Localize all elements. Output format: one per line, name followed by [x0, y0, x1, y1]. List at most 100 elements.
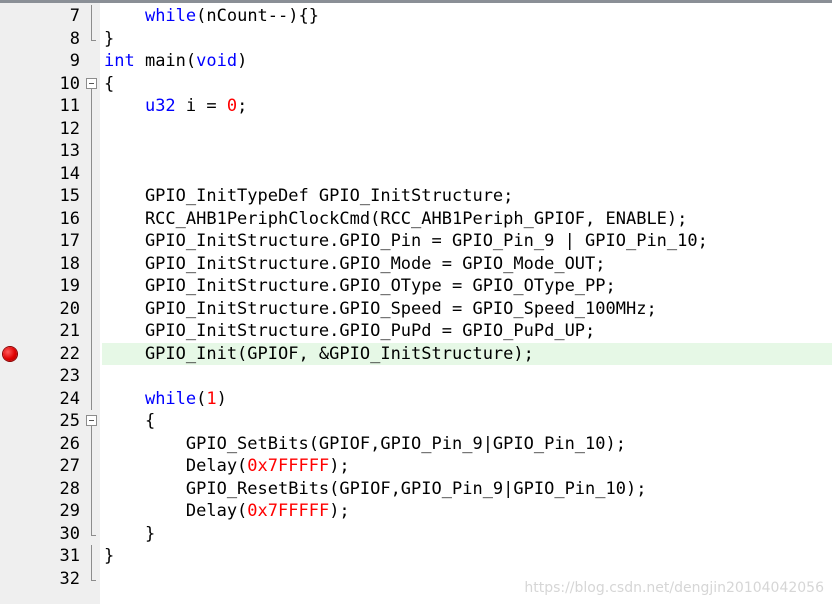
- code-token: GPIO_InitStructure.GPIO_OType = GPIO_OTy…: [104, 276, 616, 296]
- fold-guide: [84, 275, 98, 298]
- code-text[interactable]: [102, 118, 832, 141]
- code-line[interactable]: 11 u32 i = 0;: [0, 95, 832, 118]
- line-number: 8: [69, 28, 80, 49]
- code-token: main(: [134, 51, 197, 71]
- code-text[interactable]: GPIO_InitStructure.GPIO_Mode = GPIO_Mode…: [102, 253, 832, 276]
- code-token: i =: [175, 96, 227, 116]
- code-line[interactable]: 17 GPIO_InitStructure.GPIO_Pin = GPIO_Pi…: [0, 230, 832, 253]
- breakpoint-margin[interactable]: [0, 343, 24, 366]
- code-text[interactable]: GPIO_InitStructure.GPIO_OType = GPIO_OTy…: [102, 275, 832, 298]
- breakpoint-margin[interactable]: [0, 568, 24, 591]
- code-token: );: [329, 456, 350, 476]
- breakpoint-margin[interactable]: [0, 73, 24, 96]
- code-text[interactable]: GPIO_ResetBits(GPIOF,GPIO_Pin_9|GPIO_Pin…: [102, 478, 832, 501]
- code-line[interactable]: 9 int main(void): [0, 50, 832, 73]
- fold-collapse-icon[interactable]: [84, 73, 98, 96]
- breakpoint-margin[interactable]: [0, 478, 24, 501]
- code-text[interactable]: GPIO_SetBits(GPIOF,GPIO_Pin_9|GPIO_Pin_1…: [102, 433, 832, 456]
- fold-guide: [84, 117, 98, 140]
- breakpoint-margin[interactable]: [0, 433, 24, 456]
- minus-box-icon[interactable]: [86, 77, 97, 89]
- code-token: ): [237, 51, 248, 71]
- code-text[interactable]: [102, 365, 832, 388]
- code-line[interactable]: 10 {: [0, 73, 832, 96]
- code-text[interactable]: {: [102, 410, 832, 433]
- code-text[interactable]: }: [102, 545, 832, 568]
- code-text[interactable]: GPIO_Init(GPIOF, &GPIO_InitStructure);: [102, 342, 832, 365]
- code-line[interactable]: 7 while(nCount--){}: [0, 5, 832, 28]
- code-text[interactable]: Delay(0x7FFFFF);: [102, 500, 832, 523]
- code-text[interactable]: u32 i = 0;: [102, 95, 832, 118]
- code-line[interactable]: 28 GPIO_ResetBits(GPIOF,GPIO_Pin_9|GPIO_…: [0, 477, 832, 501]
- code-text[interactable]: Delay(0x7FFFFF);: [102, 455, 832, 478]
- code-line[interactable]: 29 Delay(0x7FFFFF);: [0, 500, 832, 523]
- number-token: 0x7FFFFF: [247, 501, 330, 521]
- breakpoint-margin[interactable]: [0, 365, 24, 388]
- breakpoint-margin[interactable]: [0, 298, 24, 321]
- breakpoint-margin[interactable]: [0, 5, 24, 28]
- breakpoint-margin[interactable]: [0, 545, 24, 568]
- breakpoint-margin[interactable]: [0, 140, 24, 163]
- breakpoint-margin[interactable]: [0, 230, 24, 253]
- fold-guide: [84, 477, 98, 500]
- code-line[interactable]: 24 while(1): [0, 387, 832, 411]
- breakpoint-margin[interactable]: [0, 500, 24, 523]
- breakpoint-margin[interactable]: [0, 410, 24, 433]
- code-token: {: [104, 73, 115, 94]
- code-line[interactable]: 14: [0, 162, 832, 186]
- fold-collapse-icon[interactable]: [84, 410, 98, 433]
- breakpoint-margin[interactable]: [0, 455, 24, 478]
- breakpoint-margin[interactable]: [0, 50, 24, 73]
- code-line[interactable]: 27 Delay(0x7FFFFF);: [0, 455, 832, 478]
- code-text[interactable]: }: [102, 28, 832, 51]
- code-text[interactable]: }: [102, 523, 832, 546]
- fold-end-marker: [84, 567, 98, 591]
- code-line[interactable]: 25 {: [0, 410, 832, 433]
- line-number: 23: [59, 366, 80, 386]
- breakpoint-margin[interactable]: [0, 208, 24, 231]
- code-line[interactable]: 13: [0, 140, 832, 163]
- code-text[interactable]: GPIO_InitTypeDef GPIO_InitStructure;: [102, 185, 832, 208]
- code-line[interactable]: 31}: [0, 545, 832, 568]
- breakpoint-margin[interactable]: [0, 523, 24, 546]
- code-line[interactable]: 22 GPIO_Init(GPIOF, &GPIO_InitStructure)…: [0, 342, 832, 366]
- minus-box-icon[interactable]: [86, 415, 97, 426]
- breakpoint-margin[interactable]: [0, 320, 24, 343]
- code-text[interactable]: GPIO_InitStructure.GPIO_Pin = GPIO_Pin_9…: [102, 230, 832, 253]
- code-text[interactable]: while(nCount--){}: [102, 5, 832, 28]
- code-text[interactable]: [102, 140, 832, 163]
- breakpoint-margin[interactable]: [0, 95, 24, 118]
- code-line[interactable]: 8}: [0, 27, 832, 51]
- code-line[interactable]: 16 RCC_AHB1PeriphClockCmd(RCC_AHB1Periph…: [0, 207, 832, 231]
- code-line[interactable]: 21 GPIO_InitStructure.GPIO_PuPd = GPIO_P…: [0, 320, 832, 343]
- code-text[interactable]: RCC_AHB1PeriphClockCmd(RCC_AHB1Periph_GP…: [102, 208, 832, 231]
- code-line[interactable]: 20 GPIO_InitStructure.GPIO_Speed = GPIO_…: [0, 297, 832, 321]
- line-number: 16: [59, 208, 80, 229]
- breakpoint-margin[interactable]: [0, 118, 24, 141]
- breakpoint-margin[interactable]: [0, 275, 24, 298]
- code-text[interactable]: {: [102, 73, 832, 96]
- breakpoint-margin[interactable]: [0, 185, 24, 208]
- breakpoint-margin[interactable]: [0, 253, 24, 276]
- code-token: }: [104, 546, 115, 566]
- code-text[interactable]: int main(void): [102, 50, 832, 73]
- code-text[interactable]: while(1): [102, 388, 832, 411]
- code-lines: 7 while(nCount--){} 8} 9 int main(void) 10{1…: [0, 5, 832, 590]
- code-text[interactable]: GPIO_InitStructure.GPIO_Speed = GPIO_Spe…: [102, 298, 832, 321]
- code-text[interactable]: GPIO_InitStructure.GPIO_PuPd = GPIO_PuPd…: [102, 320, 832, 343]
- code-line[interactable]: 12: [0, 117, 832, 141]
- line-number: 15: [59, 186, 80, 206]
- code-line[interactable]: 15 GPIO_InitTypeDef GPIO_InitStructure;: [0, 185, 832, 208]
- keyword-token: while: [144, 6, 197, 26]
- breakpoint-icon[interactable]: [3, 346, 17, 361]
- code-line[interactable]: 23: [0, 365, 832, 388]
- code-line[interactable]: 30 }: [0, 522, 832, 546]
- breakpoint-margin[interactable]: [0, 28, 24, 51]
- code-text[interactable]: [102, 163, 832, 186]
- code-line[interactable]: 19 GPIO_InitStructure.GPIO_OType = GPIO_…: [0, 275, 832, 298]
- breakpoint-margin[interactable]: [0, 163, 24, 186]
- code-line[interactable]: 26 GPIO_SetBits(GPIOF,GPIO_Pin_9|GPIO_Pi…: [0, 432, 832, 456]
- code-line[interactable]: 18 GPIO_InitStructure.GPIO_Mode = GPIO_M…: [0, 252, 832, 276]
- code-token: (: [196, 388, 207, 409]
- breakpoint-margin[interactable]: [0, 388, 24, 411]
